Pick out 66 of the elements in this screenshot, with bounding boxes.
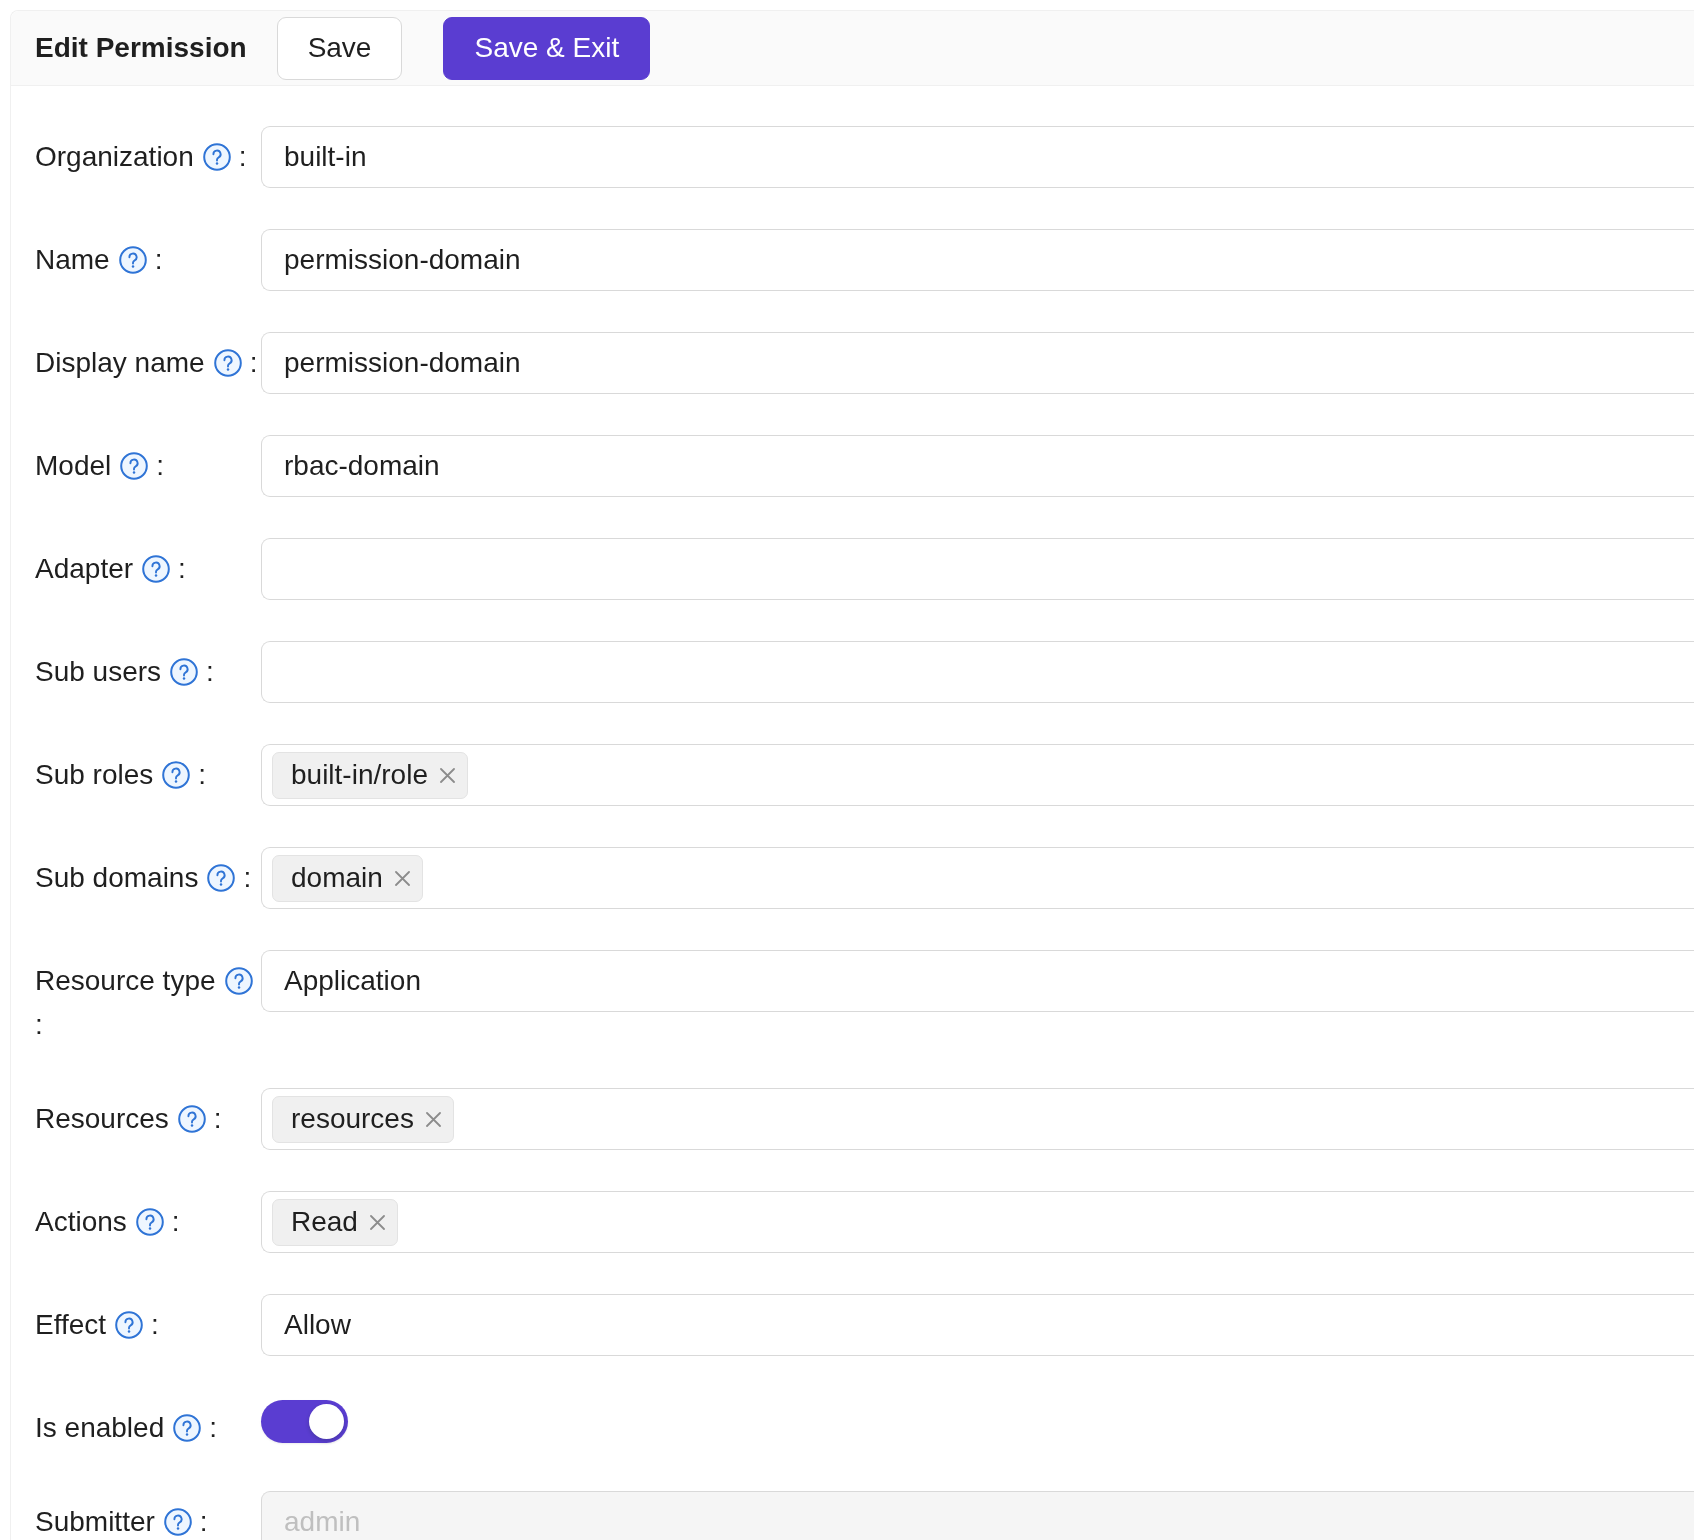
select-field[interactable]: resources: [261, 1088, 1694, 1150]
close-icon[interactable]: [439, 767, 455, 783]
field-label: Sub domains: [35, 861, 199, 895]
help-icon: [162, 761, 191, 789]
input-field[interactable]: [261, 538, 1694, 600]
help-icon: [213, 349, 242, 377]
help-icon: [120, 452, 149, 480]
label-colon: :: [35, 1008, 43, 1042]
label-colon: :: [206, 655, 214, 689]
select-field[interactable]: domain: [261, 847, 1694, 909]
help-icon: [202, 143, 231, 171]
help-icon: [177, 1105, 206, 1133]
help-icon: [163, 1508, 192, 1536]
help-icon: [173, 1414, 202, 1442]
label-colon: :: [178, 552, 186, 586]
label-colon: :: [151, 1308, 159, 1342]
label-colon: :: [209, 1411, 217, 1445]
selected-tag[interactable]: Read: [272, 1198, 398, 1246]
save-button[interactable]: Save: [276, 16, 403, 80]
field-label: Effect: [35, 1308, 107, 1342]
field-label: Name: [35, 243, 110, 277]
help-icon: [118, 246, 147, 274]
field-label: Organization: [35, 140, 194, 174]
field-label: Display name: [35, 346, 205, 380]
label-colon: :: [154, 243, 163, 277]
field-label: Adapter: [35, 552, 134, 586]
field-label: Sub roles: [35, 758, 154, 792]
input-field[interactable]: permission-domain: [261, 332, 1694, 394]
page-title: Edit Permission: [35, 32, 247, 64]
selected-tag[interactable]: resources: [272, 1095, 454, 1143]
help-icon: [170, 658, 199, 686]
help-icon: [207, 864, 236, 892]
close-icon[interactable]: [425, 1111, 441, 1127]
help-icon: [115, 1311, 144, 1339]
field-label: Sub users: [35, 655, 162, 689]
label-colon: :: [213, 1102, 222, 1136]
input-field[interactable]: Application: [261, 950, 1694, 1012]
label-colon: :: [238, 140, 247, 174]
label-colon: :: [243, 861, 252, 895]
help-icon: [224, 967, 253, 995]
help-icon: [135, 1208, 164, 1236]
label-colon: :: [198, 758, 207, 792]
input-field[interactable]: permission-domain: [261, 229, 1694, 291]
field-label: Resources: [35, 1102, 169, 1136]
select-field[interactable]: [261, 641, 1694, 703]
select-field[interactable]: built-in/role: [261, 744, 1694, 806]
field-label: Actions: [35, 1205, 127, 1239]
label-colon: :: [171, 1205, 180, 1239]
save-and-exit-button[interactable]: Save & Exit: [443, 16, 651, 80]
close-icon[interactable]: [394, 870, 410, 886]
label-colon: :: [199, 1505, 208, 1539]
field-label: Resource type: [35, 964, 216, 998]
selected-tag[interactable]: domain: [272, 854, 423, 902]
help-icon: [142, 555, 171, 583]
select-field[interactable]: Read: [261, 1191, 1694, 1253]
close-icon[interactable]: [369, 1214, 385, 1230]
toggle-switch[interactable]: [261, 1400, 348, 1443]
field-label: Is enabled: [35, 1411, 165, 1445]
input-field[interactable]: rbac-domain: [261, 435, 1694, 497]
input-field[interactable]: built-in: [261, 126, 1694, 188]
field-label: Submitter: [35, 1505, 155, 1539]
label-colon: :: [249, 346, 258, 380]
label-colon: :: [156, 449, 165, 483]
field-label: Model: [35, 449, 112, 483]
input-field[interactable]: Allow: [261, 1294, 1694, 1356]
selected-tag[interactable]: built-in/role: [272, 751, 468, 799]
